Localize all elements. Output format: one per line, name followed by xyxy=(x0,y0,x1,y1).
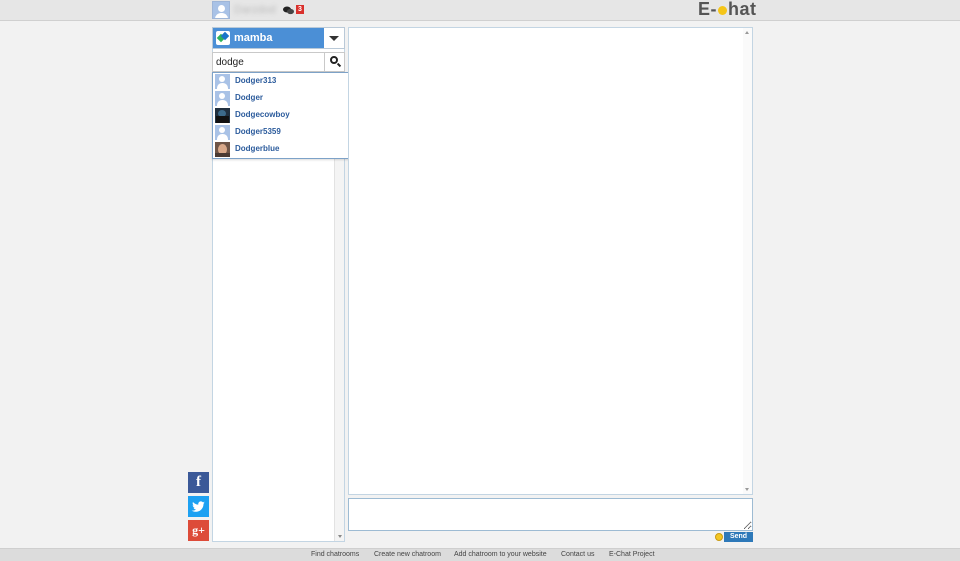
user-search-input[interactable] xyxy=(213,53,323,71)
top-bar: Darzdod 3 E-hat xyxy=(0,0,960,21)
user-avatar[interactable] xyxy=(212,1,230,19)
logo-prefix: E- xyxy=(698,0,717,19)
search-result-item[interactable]: Dodger5359 xyxy=(213,124,367,141)
twitter-share-button[interactable] xyxy=(188,496,209,517)
chat-scrollbar[interactable] xyxy=(743,28,752,494)
room-name: mamba xyxy=(234,32,273,44)
facebook-share-button[interactable]: f xyxy=(188,472,209,493)
echat-logo[interactable]: E-hat xyxy=(698,0,757,20)
chevron-down-icon xyxy=(329,36,339,41)
result-avatar xyxy=(215,91,230,106)
room-name-label[interactable]: mamba xyxy=(213,28,324,48)
footer-link-echat-project[interactable]: E-Chat Project xyxy=(609,551,655,558)
result-avatar xyxy=(215,108,230,123)
room-selector[interactable]: mamba xyxy=(212,27,345,49)
search-result-item[interactable]: Dodger xyxy=(213,90,367,107)
result-avatar xyxy=(215,142,230,157)
result-avatar xyxy=(215,74,230,89)
googleplus-icon: g+ xyxy=(192,523,205,537)
footer-link-create-chatroom[interactable]: Create new chatroom xyxy=(374,551,441,558)
message-count-badge[interactable]: 3 xyxy=(296,5,304,14)
result-username[interactable]: Dodger5359 xyxy=(235,127,281,136)
result-username[interactable]: Dodgecowboy xyxy=(235,110,290,119)
facebook-icon: f xyxy=(196,474,201,490)
result-username[interactable]: Dodger xyxy=(235,93,263,102)
footer-link-find-chatrooms[interactable]: Find chatrooms xyxy=(311,551,359,558)
result-avatar xyxy=(215,125,230,140)
messages-icon[interactable] xyxy=(283,6,294,15)
logo-suffix: hat xyxy=(728,0,757,19)
footer-link-contact-us[interactable]: Contact us xyxy=(561,551,594,558)
twitter-bird-icon xyxy=(191,501,205,512)
smiley-logo-icon xyxy=(718,5,727,15)
room-dropdown-button[interactable] xyxy=(324,28,344,48)
message-input[interactable] xyxy=(348,498,753,531)
result-username[interactable]: Dodgerblue xyxy=(235,144,279,153)
search-result-item[interactable]: Dodger313 xyxy=(213,73,367,90)
send-button[interactable]: Send xyxy=(724,532,753,542)
googleplus-share-button[interactable]: g+ xyxy=(188,520,209,541)
emoji-icon[interactable] xyxy=(715,533,723,541)
user-search-box xyxy=(212,52,345,72)
search-button[interactable] xyxy=(324,53,344,71)
scroll-up-arrow-icon[interactable] xyxy=(745,31,749,34)
chat-messages-area xyxy=(348,27,753,495)
footer-link-add-chatroom[interactable]: Add chatroom to your website xyxy=(454,551,547,558)
scroll-down-arrow-icon[interactable] xyxy=(745,488,749,491)
current-username[interactable]: Darzdod xyxy=(234,4,276,16)
search-result-item[interactable]: Dodgecowboy xyxy=(213,107,367,124)
scroll-down-arrow-icon[interactable] xyxy=(338,535,342,538)
footer: Find chatrooms Create new chatroom Add c… xyxy=(0,548,960,561)
search-result-item[interactable]: Dodgerblue xyxy=(213,141,367,158)
result-username[interactable]: Dodger313 xyxy=(235,76,276,85)
room-icon xyxy=(216,31,230,45)
